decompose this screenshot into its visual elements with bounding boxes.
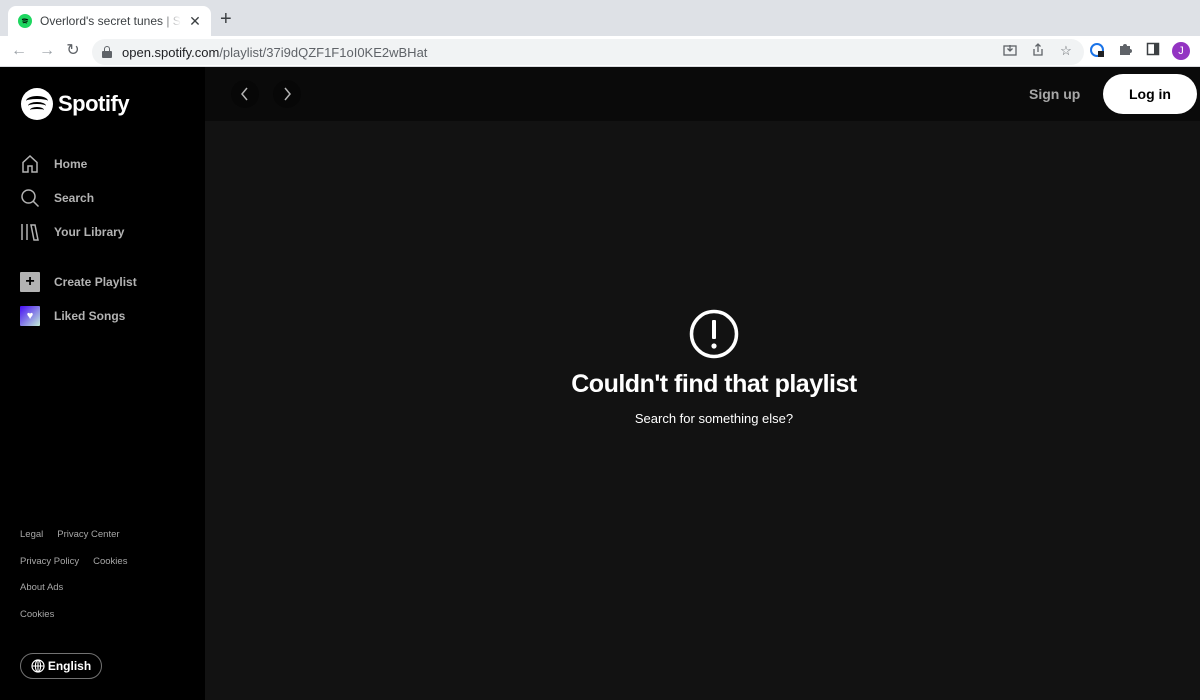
share-icon[interactable] [1030, 43, 1046, 59]
nav-item-label: Home [54, 157, 88, 171]
sign-up-button[interactable]: Sign up [1029, 86, 1080, 102]
nav-item-search[interactable]: Search [20, 181, 124, 215]
back-arrow-icon[interactable]: ← [8, 40, 30, 62]
url-path: /playlist/37i9dQZF1F1oI0KE2wBHat [219, 44, 428, 60]
profile-avatar[interactable]: J [1172, 42, 1190, 60]
error-state: Couldn't find that playlist Search for s… [205, 309, 1200, 426]
footer-links: Legal Privacy Center Privacy Policy Cook… [20, 529, 127, 635]
nav-item-library[interactable]: Your Library [20, 215, 124, 249]
footer-link-privacy-policy[interactable]: Privacy Policy [20, 556, 79, 583]
globe-icon [31, 659, 45, 673]
side-panel-icon[interactable] [1144, 42, 1162, 60]
library-icon [21, 224, 39, 241]
forward-button[interactable] [273, 80, 301, 108]
log-in-button[interactable]: Log in [1103, 74, 1197, 114]
liked-songs-label: Liked Songs [54, 309, 126, 323]
puzzle-extensions-icon[interactable] [1116, 42, 1134, 60]
extension-icon[interactable] [1088, 42, 1106, 60]
spotify-wordmark: Spotify [58, 91, 130, 116]
footer-link-privacy-center[interactable]: Privacy Center [57, 529, 119, 556]
search-icon [21, 189, 40, 208]
top-bar: Sign up Log in [205, 67, 1200, 121]
main-content: Couldn't find that playlist Search for s… [205, 121, 1200, 700]
plus-icon: + [20, 272, 40, 292]
install-app-icon[interactable] [1002, 43, 1018, 59]
spotify-logo[interactable]: Spotify [21, 88, 130, 120]
nav-item-label: Your Library [54, 225, 125, 239]
footer-link-cookies-settings[interactable]: Cookies [20, 609, 54, 636]
browser-tab[interactable]: Overlord's secret tunes | Spotify ✕ [8, 6, 211, 36]
browser-tabstrip: Overlord's secret tunes | Spotify ✕ + [0, 0, 1200, 36]
exclamation-circle-icon [689, 309, 739, 359]
create-playlist-button[interactable]: + Create Playlist [20, 265, 137, 299]
language-button[interactable]: English [20, 653, 102, 679]
bookmark-star-icon[interactable]: ☆ [1058, 43, 1074, 59]
nav-item-label: Search [54, 191, 95, 205]
home-icon [22, 154, 38, 173]
reload-icon[interactable]: ↻ [62, 40, 84, 62]
tab-title: Overlord's secret tunes | Spotify [40, 14, 181, 28]
language-label: English [47, 659, 92, 673]
sidebar: Spotify Home Search Your Library + Creat… [0, 67, 205, 700]
main-nav: Home Search Your Library [20, 147, 124, 249]
footer-link-cookies[interactable]: Cookies [93, 556, 127, 583]
playlist-actions: + Create Playlist ♥ Liked Songs [20, 265, 137, 333]
close-tab-icon[interactable]: ✕ [187, 13, 203, 30]
chevron-left-icon [241, 87, 248, 101]
browser-toolbar: ← → ↻ open.spotify.com/playlist/37i9dQZF… [0, 36, 1200, 67]
nav-item-home[interactable]: Home [20, 147, 124, 181]
forward-arrow-icon[interactable]: → [36, 40, 58, 62]
footer-link-legal[interactable]: Legal [20, 529, 43, 556]
new-tab-icon[interactable]: + [220, 9, 232, 29]
footer-link-about-ads[interactable]: About Ads [20, 582, 63, 609]
address-bar[interactable]: open.spotify.com/playlist/37i9dQZF1F1oI0… [92, 39, 1084, 65]
chevron-right-icon [284, 87, 291, 101]
error-title: Couldn't find that playlist [571, 370, 857, 398]
lock-icon [102, 46, 112, 58]
error-subtitle: Search for something else? [634, 411, 794, 426]
spotify-logo-icon [21, 88, 53, 120]
url-host: open.spotify.com [122, 44, 220, 60]
create-playlist-label: Create Playlist [54, 275, 137, 289]
heart-icon: ♥ [20, 306, 40, 326]
liked-songs-button[interactable]: ♥ Liked Songs [20, 299, 137, 333]
spotify-favicon-icon [18, 14, 32, 28]
back-button[interactable] [231, 80, 259, 108]
